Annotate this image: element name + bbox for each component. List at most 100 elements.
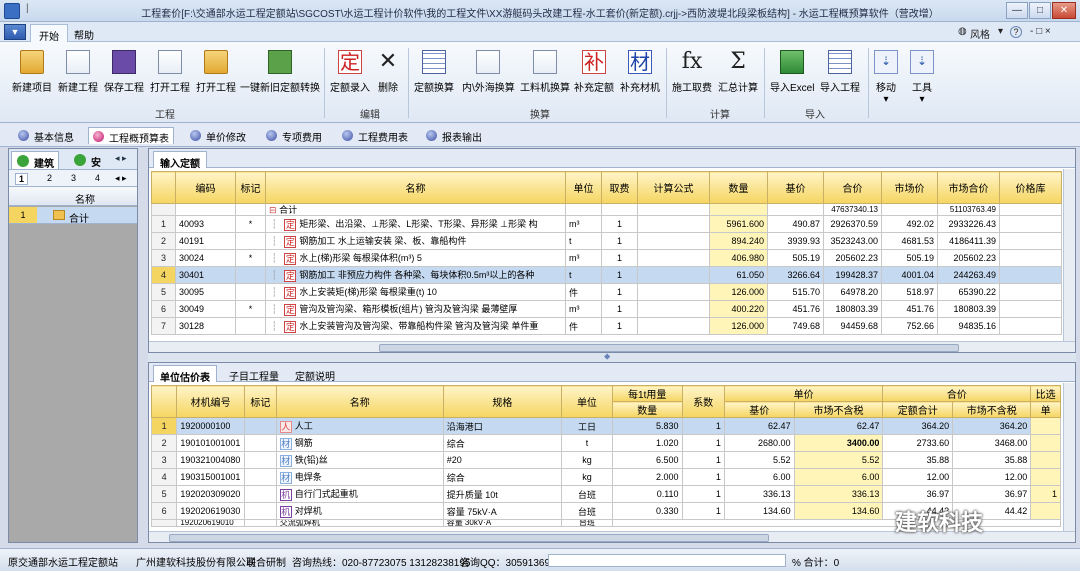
tab-special-fees[interactable]: 专项费用 bbox=[262, 127, 326, 144]
save-project-button[interactable]: 保存工程 bbox=[104, 50, 144, 102]
unit-price-vscroll[interactable] bbox=[1063, 383, 1075, 531]
mdi-controls[interactable]: - □ × bbox=[1030, 26, 1051, 37]
help-icon[interactable]: ? bbox=[1010, 26, 1022, 38]
material-row[interactable]: 1 1920000100 人人工 沿海港口 工日 5.830 1 62.47 62.47 364.… bbox=[150, 417, 1061, 435]
quota-row[interactable]: 6 30049 * ┆ 定管沟及管沟梁、箱形模板(组片) 管沟及管沟梁 最薄壁厚 m³… bbox=[151, 300, 1062, 318]
tree-row-total[interactable]: 1 合计 bbox=[9, 207, 137, 225]
style-dropdown-icon[interactable]: ▾ bbox=[998, 26, 1003, 37]
quota-qty[interactable]: 894.240 bbox=[709, 232, 768, 250]
close-button[interactable]: ✕ bbox=[1052, 2, 1076, 19]
quota-formula[interactable] bbox=[637, 283, 710, 301]
splitter-grip-icon[interactable]: ⬥ bbox=[604, 351, 610, 362]
tab-budget-table[interactable]: 工程概预算表 bbox=[88, 127, 174, 145]
material-coef[interactable]: 1 bbox=[681, 502, 725, 520]
quota-qty[interactable]: 126.000 bbox=[709, 317, 768, 335]
quota-row[interactable]: 3 30024 * ┆ 定水上(梯)形梁 每根梁体积(m³) 5 m³ 1 406.980… bbox=[151, 249, 1062, 267]
tab-unit-price-table[interactable]: 单位估价表 bbox=[153, 365, 217, 384]
tab-price-edit[interactable]: 单价修改 bbox=[186, 127, 250, 144]
quota-formula[interactable] bbox=[637, 266, 710, 284]
quota-hscroll-thumb[interactable] bbox=[379, 344, 959, 352]
material-qty[interactable]: 6.500 bbox=[611, 451, 683, 469]
quota-qty[interactable]: 5961.600 bbox=[709, 215, 768, 233]
material-row[interactable]: 3 190321004080 材铁(铅)丝 #20 kg 6.500 1 5.52 5.52 35… bbox=[150, 451, 1061, 469]
quota-formula[interactable] bbox=[637, 232, 710, 250]
quota-name-cell[interactable]: ┆ 定钢筋加工 非预应力构件 各种梁、每块体积0.5m³以上的各种 bbox=[265, 266, 566, 284]
convert-quota-button[interactable]: 一键新旧定额转换 bbox=[240, 50, 320, 102]
open-project-folder-button[interactable]: 打开工程 bbox=[196, 50, 236, 102]
quota-qty[interactable]: 126.000 bbox=[709, 283, 768, 301]
quota-name-cell[interactable]: ┆ 定管沟及管沟梁、箱形模板(组片) 管沟及管沟梁 最薄壁厚 bbox=[265, 300, 566, 318]
page-2[interactable]: 2 bbox=[47, 173, 52, 183]
quota-formula[interactable] bbox=[637, 300, 710, 318]
new-project-file-button[interactable]: 新建工程 bbox=[58, 50, 98, 102]
quota-row[interactable]: 2 40191 ┆ 定钢筋加工 水上运输安装 梁、板、靠船构件 t 1 894.240 3… bbox=[151, 232, 1062, 250]
quota-formula[interactable] bbox=[637, 249, 710, 267]
material-convert-button[interactable]: 工料机换算 bbox=[520, 50, 570, 102]
quota-convert-button[interactable]: 定额换算 bbox=[414, 50, 454, 102]
material-name-cell[interactable]: 材钢筋 bbox=[275, 434, 444, 452]
page-4[interactable]: 4 bbox=[95, 173, 100, 183]
open-project-button[interactable]: 打开工程 bbox=[150, 50, 190, 102]
material-coef[interactable]: 1 bbox=[681, 451, 725, 469]
quota-name-cell[interactable]: ┆ 定水上安装矩(梯)形梁 每根梁重(t) 10 bbox=[265, 283, 566, 301]
material-coef[interactable]: 1 bbox=[681, 468, 725, 486]
material-name-cell[interactable]: 材铁(铅)丝 bbox=[275, 451, 444, 469]
quota-qty[interactable]: 400.220 bbox=[709, 300, 768, 318]
import-project-button[interactable]: 导入工程 bbox=[820, 50, 860, 102]
tab-building[interactable]: 建筑 bbox=[11, 151, 59, 170]
tab-fee-table[interactable]: 工程费用表 bbox=[338, 127, 412, 144]
quota-row[interactable]: 7 30128 ┆ 定水上安装管沟及管沟梁、带靠船构件梁 管沟及管沟梁 单件重件 1… bbox=[151, 317, 1062, 335]
quota-name-cell[interactable]: ┆ 定矩形梁、出沿梁、⊥形梁、L形梁、T形梁、异形梁 ⊥形梁 构 bbox=[265, 215, 566, 233]
unit-price-hscroll-thumb[interactable] bbox=[169, 534, 769, 542]
tab-install[interactable]: 安 bbox=[69, 151, 105, 169]
quota-row[interactable]: 1 40093 * ┆ 定矩形梁、出沿梁、⊥形梁、L形梁、T形梁、异形梁 ⊥形梁 构… bbox=[151, 215, 1062, 233]
total-row[interactable]: ⊟ 合计 47637340.13 51103763.49 bbox=[151, 203, 1062, 216]
quota-qty[interactable]: 406.980 bbox=[709, 249, 768, 267]
quota-row[interactable]: 4 30401 ┆ 定钢筋加工 非预应力构件 各种梁、每块体积0.5m³以上的各种… bbox=[151, 266, 1062, 284]
panel-splitter[interactable]: ⬥ bbox=[148, 351, 1076, 362]
quota-hscroll[interactable] bbox=[149, 341, 1075, 352]
material-qty[interactable]: 2.000 bbox=[611, 468, 683, 486]
material-row[interactable]: 5 192020309020 机自行门式起重机 提升质量 10t 台班 0.110 1 336… bbox=[150, 485, 1061, 503]
tab-help[interactable]: 帮助 bbox=[66, 24, 102, 42]
material-market[interactable]: 134.60 bbox=[793, 502, 884, 520]
import-excel-button[interactable]: 导入Excel bbox=[770, 50, 814, 102]
tab-report-output[interactable]: 报表输出 bbox=[422, 127, 486, 144]
material-coef[interactable]: 1 bbox=[681, 417, 725, 435]
quota-name-cell[interactable]: ┆ 定钢筋加工 水上运输安装 梁、板、靠船构件 bbox=[265, 232, 566, 250]
quota-qty[interactable]: 61.050 bbox=[709, 266, 768, 284]
quota-name-cell[interactable]: ┆ 定水上(梯)形梁 每根梁体积(m³) 5 bbox=[265, 249, 566, 267]
tab-scroll-arrows[interactable]: ◂ ▸ bbox=[115, 153, 127, 164]
quota-vscroll[interactable] bbox=[1063, 169, 1075, 341]
material-market[interactable]: 6.00 bbox=[793, 468, 884, 486]
move-button[interactable]: ⇣ 移动 ▾ bbox=[874, 50, 898, 105]
material-name-cell[interactable]: 机对焊机 bbox=[275, 502, 444, 520]
supplement-quota-button[interactable]: 补补充定额 bbox=[574, 50, 614, 102]
tools-button[interactable]: ⇣ 工具 ▾ bbox=[910, 50, 934, 105]
delete-button[interactable]: ✕ 删除 bbox=[376, 50, 400, 102]
material-market[interactable]: 3400.00 bbox=[793, 434, 884, 452]
material-name-cell[interactable]: 人人工 bbox=[275, 417, 444, 435]
tab-start[interactable]: 开始 bbox=[30, 24, 68, 43]
tab-input-quota[interactable]: 输入定额 bbox=[153, 151, 207, 170]
sea-convert-button[interactable]: 内\外海换算 bbox=[462, 50, 515, 102]
material-qty[interactable]: 1.020 bbox=[611, 434, 683, 452]
material-coef[interactable]: 1 bbox=[681, 485, 725, 503]
tab-basic-info[interactable]: 基本信息 bbox=[14, 127, 78, 144]
material-market[interactable]: 5.52 bbox=[793, 451, 884, 469]
material-name-cell[interactable]: 机自行门式起重机 bbox=[275, 485, 444, 503]
supplement-material-button[interactable]: 材补充材机 bbox=[620, 50, 660, 102]
tree-expand-icon[interactable]: ⊟ bbox=[269, 205, 277, 215]
maximize-button[interactable]: □ bbox=[1029, 2, 1051, 19]
tab-quota-notes[interactable]: 定额说明 bbox=[289, 365, 341, 383]
material-qty[interactable]: 5.830 bbox=[611, 417, 683, 435]
app-menu-button[interactable]: ▼ bbox=[4, 24, 26, 40]
quota-formula[interactable] bbox=[637, 215, 710, 233]
style-menu[interactable]: 风格 bbox=[970, 26, 990, 41]
minimize-button[interactable]: — bbox=[1006, 2, 1028, 19]
summary-calc-button[interactable]: Σ 汇总计算 bbox=[718, 50, 758, 102]
quota-name-cell[interactable]: ┆ 定水上安装管沟及管沟梁、带靠船构件梁 管沟及管沟梁 单件重 bbox=[265, 317, 566, 335]
material-qty[interactable]: 0.110 bbox=[611, 485, 683, 503]
material-market[interactable]: 336.13 bbox=[793, 485, 884, 503]
material-market[interactable]: 62.47 bbox=[793, 417, 884, 435]
